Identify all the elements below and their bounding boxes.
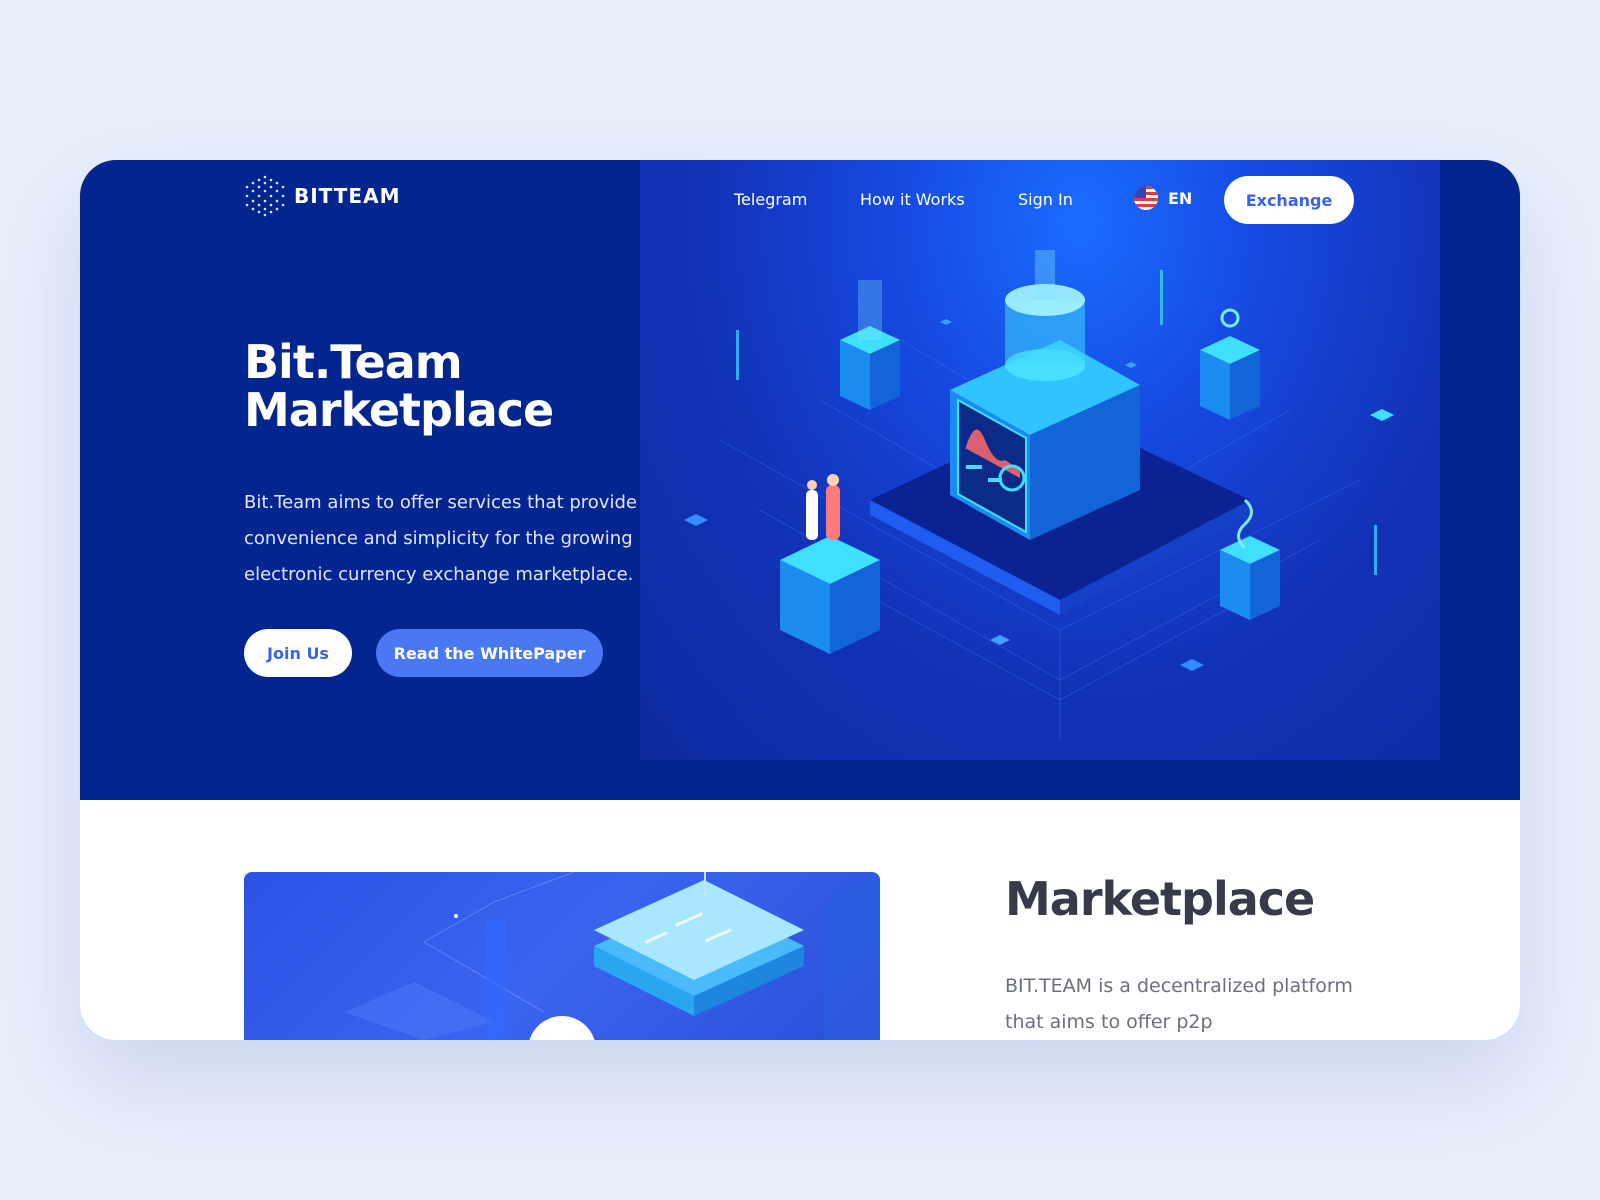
hero-title: Bit.Team Marketplace [244, 338, 664, 434]
marketplace-video-thumbnail[interactable] [244, 872, 880, 1040]
us-flag-icon [1134, 186, 1158, 210]
top-nav: Telegram How it Works Sign In EN Exchang… [80, 176, 1520, 224]
read-whitepaper-button[interactable]: Read the WhitePaper [376, 629, 603, 677]
isometric-data-center-illustration [684, 250, 1394, 740]
nav-link-how-it-works[interactable]: How it Works [860, 190, 965, 209]
marketplace-title: Marketplace [1005, 872, 1315, 926]
landing-card: BITTEAM Telegram How it Works Sign In EN… [80, 160, 1520, 1040]
language-label: EN [1168, 188, 1193, 208]
isometric-server-illustration [344, 872, 880, 1040]
hero-description: Bit.Team aims to offer services that pro… [244, 492, 637, 585]
join-us-button[interactable]: Join Us [244, 629, 352, 677]
nav-link-telegram[interactable]: Telegram [734, 190, 807, 209]
language-selector[interactable]: EN [1134, 186, 1192, 210]
hero-title-line1: Bit.Team [244, 335, 463, 389]
nav-link-sign-in[interactable]: Sign In [1018, 190, 1073, 209]
hero-illustration [640, 160, 1440, 760]
hero-title-line2: Marketplace [244, 383, 554, 437]
exchange-button[interactable]: Exchange [1224, 176, 1354, 224]
marketplace-description: BIT.TEAM is a decentralized platform tha… [1005, 975, 1353, 1033]
hero-section: BITTEAM Telegram How it Works Sign In EN… [80, 160, 1520, 800]
